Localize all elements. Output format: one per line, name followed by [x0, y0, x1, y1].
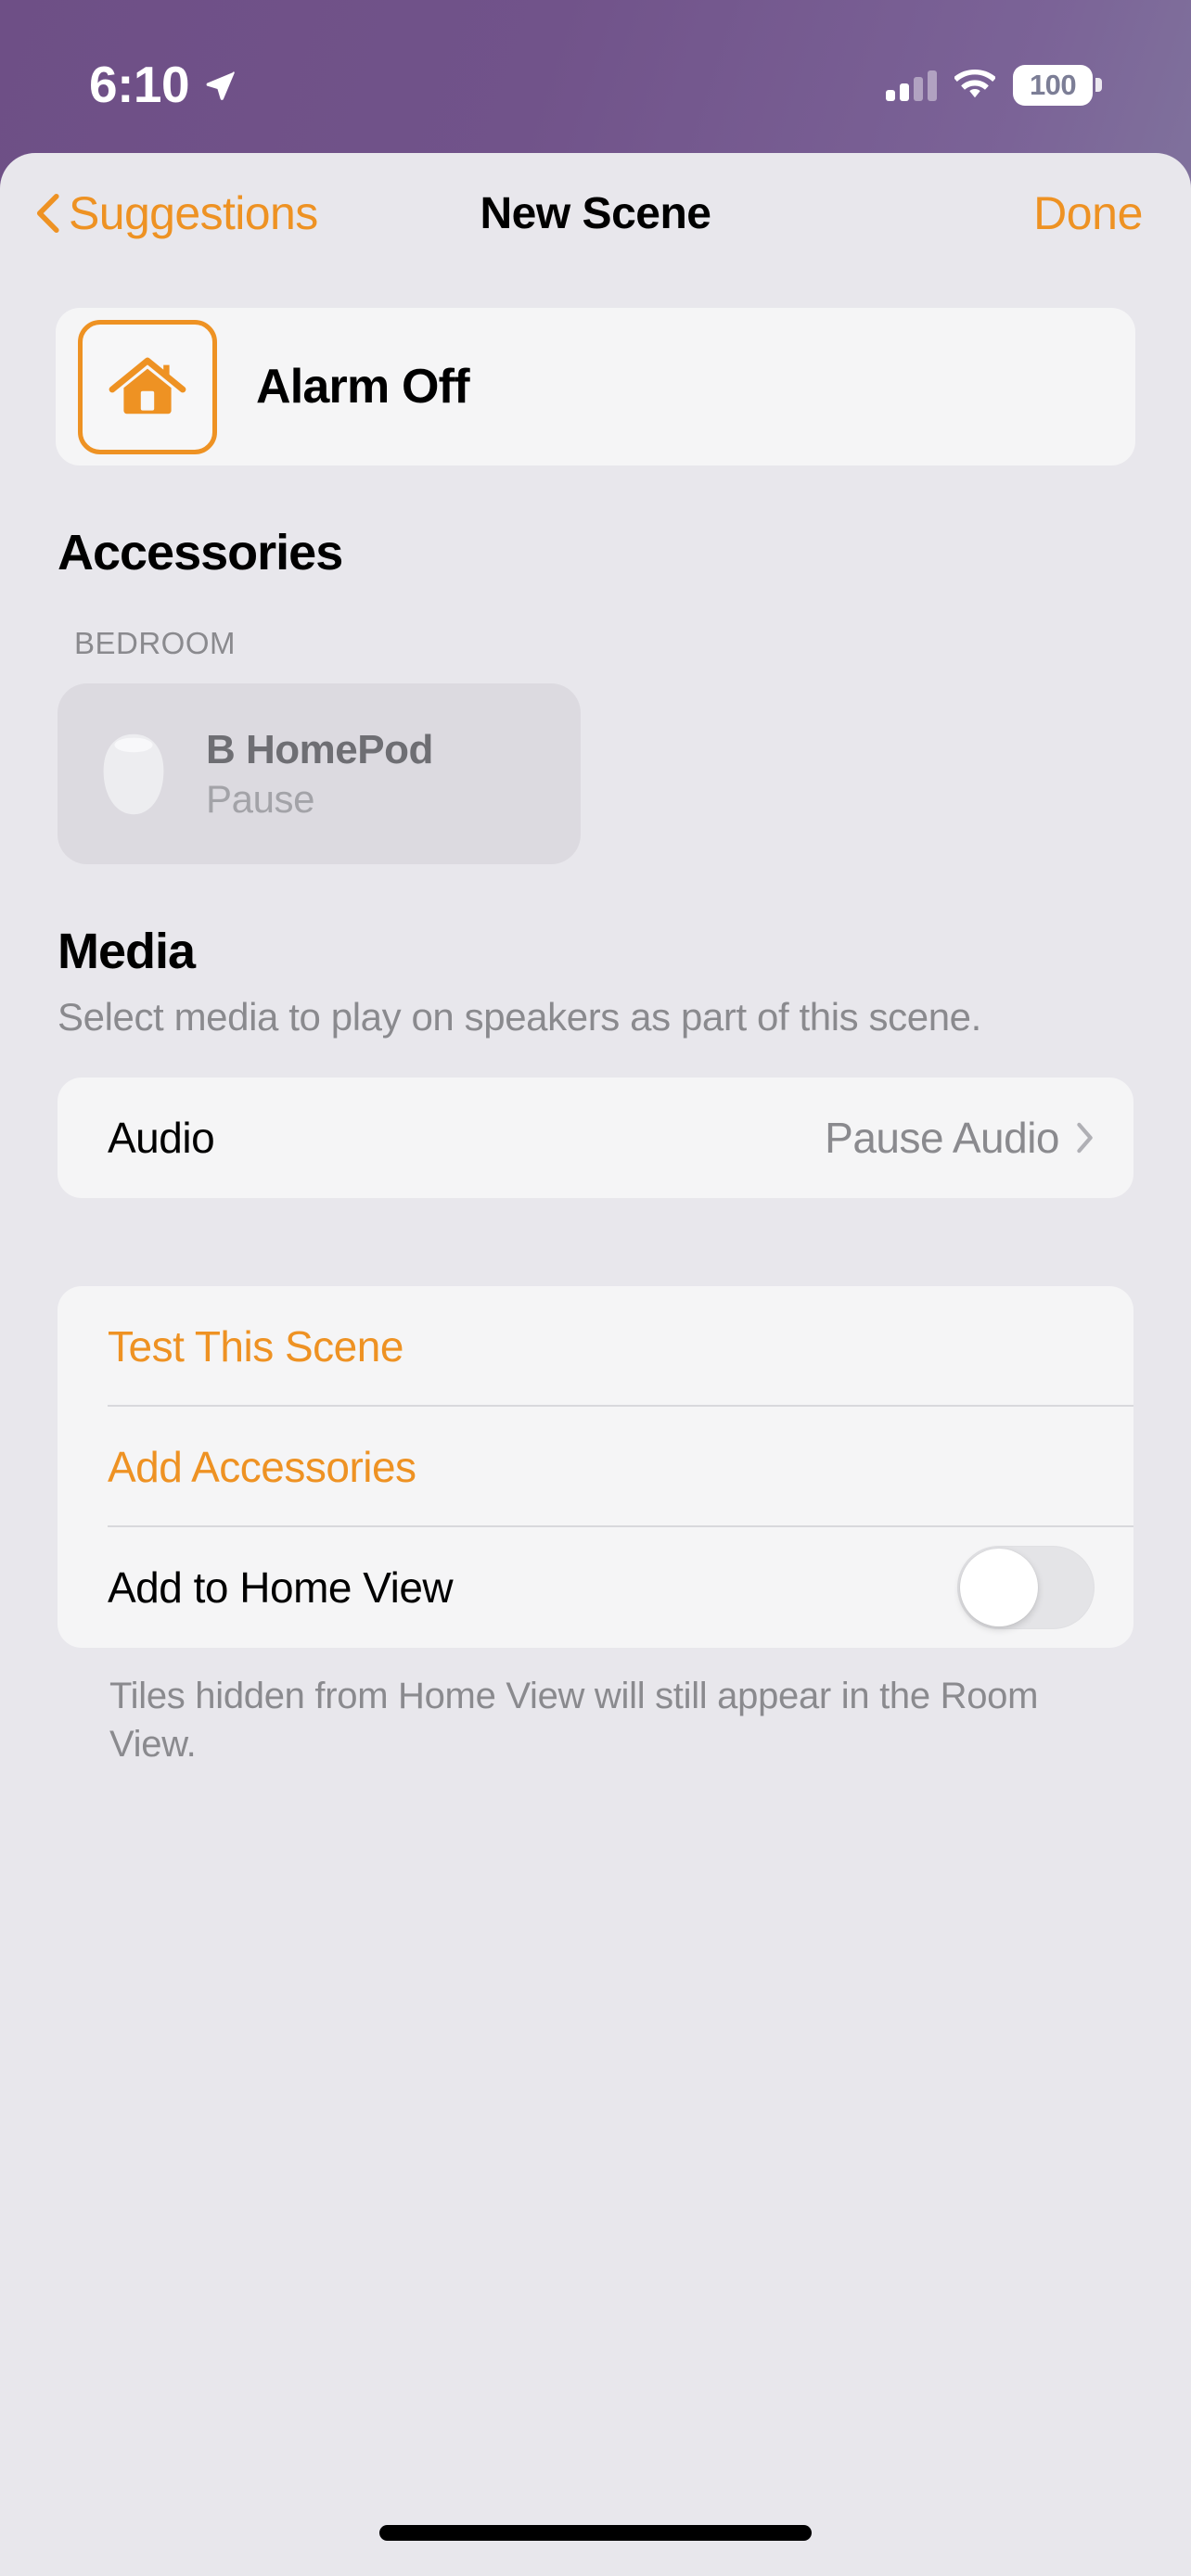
media-heading: Media: [58, 924, 196, 979]
media-subtitle: Select media to play on speakers as part…: [58, 995, 981, 1039]
back-button[interactable]: Suggestions: [35, 186, 318, 240]
media-row-audio-label: Audio: [108, 1114, 215, 1163]
accessory-state-label: Pause: [206, 776, 315, 821]
test-this-scene-label: Test This Scene: [108, 1322, 403, 1371]
homepod-icon: [103, 733, 164, 814]
chevron-right-icon: [1077, 1122, 1093, 1154]
add-accessories-label: Add Accessories: [108, 1443, 416, 1492]
status-bar-clock: 6:10: [89, 56, 190, 113]
done-button[interactable]: Done: [1033, 186, 1143, 240]
media-row-audio-right: Pause Audio: [825, 1113, 1095, 1163]
add-to-home-view-label: Add to Home View: [108, 1563, 454, 1613]
accessory-tile-text: B HomePod Pause: [206, 727, 433, 822]
actions-card: Test This Scene Add Accessories Add to H…: [58, 1286, 1133, 1649]
location-arrow-icon: [206, 70, 235, 100]
status-bar-left: 6:10: [89, 59, 237, 110]
house-icon: [109, 357, 186, 414]
status-bar: 6:10 100: [0, 0, 1191, 153]
accessory-tile-b-homepod[interactable]: B HomePod Pause: [58, 683, 581, 864]
media-row-audio-value: Pause Audio: [825, 1114, 1059, 1163]
scene-icon-button[interactable]: [78, 319, 217, 454]
back-button-label: Suggestions: [69, 187, 318, 239]
chevron-left-icon: [36, 193, 59, 234]
add-accessories-button[interactable]: Add Accessories: [58, 1407, 1133, 1528]
home-indicator[interactable]: [379, 2525, 812, 2541]
accessories-heading: Accessories: [58, 525, 343, 580]
new-scene-sheet: Suggestions New Scene Done Alarm Off Acc…: [0, 153, 1191, 2576]
wifi-icon: [954, 69, 995, 97]
navigation-bar: Suggestions New Scene Done: [0, 153, 1191, 274]
battery-icon: 100: [1013, 64, 1102, 106]
scene-name-label: Alarm Off: [256, 360, 470, 414]
accessories-room-label: BEDROOM: [74, 626, 237, 660]
test-this-scene-button[interactable]: Test This Scene: [58, 1286, 1133, 1408]
add-to-home-view-toggle[interactable]: [957, 1546, 1095, 1630]
accessory-name-label: B HomePod: [206, 726, 433, 772]
accessories-tile-row: B HomePod Pause: [0, 683, 1191, 864]
scene-name-card[interactable]: Alarm Off: [56, 308, 1135, 465]
media-card: Audio Pause Audio: [58, 1078, 1133, 1199]
add-to-home-view-footnote: Tiles hidden from Home View will still a…: [109, 1676, 1039, 1766]
add-to-home-view-row[interactable]: Add to Home View: [58, 1527, 1133, 1648]
cellular-signal-icon: [886, 70, 937, 101]
toggle-knob: [960, 1549, 1038, 1627]
status-bar-right: 100: [886, 64, 1102, 106]
media-row-audio[interactable]: Audio Pause Audio: [58, 1078, 1133, 1198]
battery-level-label: 100: [1030, 68, 1077, 101]
